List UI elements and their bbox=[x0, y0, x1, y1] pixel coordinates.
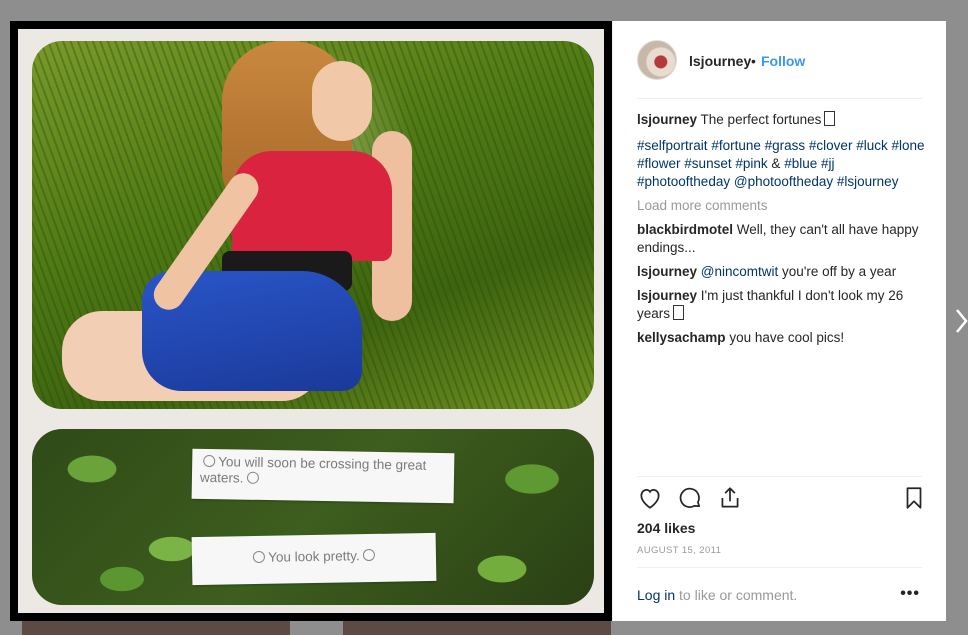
caption-username[interactable]: lsjourney bbox=[637, 112, 697, 127]
footer-divider bbox=[637, 567, 922, 568]
hashtag-link[interactable]: #flower bbox=[637, 156, 681, 171]
fortune-text: You will soon be crossing the great wate… bbox=[199, 454, 427, 486]
smiley-icon bbox=[362, 548, 375, 562]
chevron-right-icon[interactable] bbox=[955, 308, 968, 334]
comments-list: lsjourney The perfect fortunes #selfport… bbox=[637, 111, 927, 353]
comment: lsjourney @nincomtwit you're off by a ye… bbox=[637, 263, 927, 281]
comment-icon[interactable] bbox=[677, 485, 703, 511]
fortune-note: You look pretty. bbox=[191, 532, 437, 586]
header-divider bbox=[637, 98, 922, 99]
hashtag-link[interactable]: #grass bbox=[765, 138, 806, 153]
fortune-note: You will soon be crossing the great wate… bbox=[191, 448, 455, 504]
comment: lsjourney I'm just thankful I don't look… bbox=[637, 287, 927, 323]
smiley-icon bbox=[246, 471, 259, 484]
hashtag-link[interactable]: @photooftheday bbox=[734, 174, 833, 189]
post-date: AUGUST 15, 2011 bbox=[637, 545, 722, 556]
post-image[interactable]: You will soon be crossing the great wate… bbox=[10, 21, 612, 621]
login-link[interactable]: Log in bbox=[637, 587, 675, 603]
more-options-icon[interactable]: ••• bbox=[900, 585, 920, 603]
hashtag-link[interactable]: #luck bbox=[856, 138, 888, 153]
hashtag-link[interactable]: #jj bbox=[821, 156, 835, 171]
emoji-glyph-icon bbox=[673, 305, 685, 320]
hashtag-link[interactable]: #photooftheday bbox=[637, 174, 730, 189]
login-suffix: to like or comment. bbox=[679, 587, 798, 603]
comment-text: you have cool pics! bbox=[729, 330, 845, 345]
actions-divider bbox=[637, 476, 922, 477]
photo-face bbox=[312, 61, 372, 141]
comment-text: you're off by a year bbox=[782, 264, 897, 279]
action-bar bbox=[637, 485, 927, 513]
hashtag-link[interactable]: #clover bbox=[809, 138, 853, 153]
comment-username[interactable]: lsjourney bbox=[637, 264, 697, 279]
separator-dot: • bbox=[751, 53, 756, 69]
hashtag-link[interactable]: #pink bbox=[735, 156, 767, 171]
comment: kellysachamp you have cool pics! bbox=[637, 329, 927, 347]
emoji-glyph-icon bbox=[824, 111, 836, 126]
hashtag-link[interactable]: #lone bbox=[892, 138, 925, 153]
hashtag-separator: & bbox=[771, 156, 781, 171]
photo-shirt bbox=[232, 151, 392, 261]
fortune-text: You look pretty. bbox=[268, 548, 360, 565]
comment-username[interactable]: blackbirdmotel bbox=[637, 222, 733, 237]
bookmark-icon[interactable] bbox=[901, 485, 927, 511]
hashtag-link[interactable]: #fortune bbox=[711, 138, 761, 153]
post-dialog: You will soon be crossing the great wate… bbox=[10, 21, 946, 621]
load-more-comments-button[interactable]: Load more comments bbox=[637, 197, 927, 215]
hashtag-link[interactable]: #lsjourney bbox=[837, 174, 899, 189]
smiley-icon bbox=[203, 454, 216, 468]
hashtag-link[interactable]: #blue bbox=[784, 156, 817, 171]
comment: blackbirdmotel Well, they can't all have… bbox=[637, 221, 927, 257]
username-link[interactable]: lsjourney bbox=[689, 53, 751, 69]
comment-username[interactable]: lsjourney bbox=[637, 288, 697, 303]
likes-count[interactable]: 204 likes bbox=[637, 520, 695, 536]
post-sidebar: lsjourney • Follow lsjourney The perfect… bbox=[612, 21, 946, 621]
smiley-icon bbox=[253, 550, 266, 564]
hashtag-link[interactable]: #selfportrait bbox=[637, 138, 708, 153]
caption-text: The perfect fortunes bbox=[700, 112, 822, 127]
hashtag-link[interactable]: #sunset bbox=[684, 156, 731, 171]
caption: lsjourney The perfect fortunes bbox=[637, 111, 927, 129]
photo-collage: You will soon be crossing the great wate… bbox=[18, 29, 604, 613]
comment-mention[interactable]: @nincomtwit bbox=[701, 264, 778, 279]
follow-button[interactable]: Follow bbox=[761, 53, 805, 69]
comment-username[interactable]: kellysachamp bbox=[637, 330, 726, 345]
avatar[interactable] bbox=[637, 40, 677, 80]
portrait-photo bbox=[32, 41, 594, 409]
login-prompt: Log in to like or comment. bbox=[637, 587, 797, 603]
share-icon[interactable] bbox=[717, 485, 743, 511]
fortune-photo: You will soon be crossing the great wate… bbox=[32, 429, 594, 605]
hashtag-list: #selfportrait #fortune #grass #clover #l… bbox=[637, 137, 927, 191]
heart-icon[interactable] bbox=[637, 485, 663, 511]
